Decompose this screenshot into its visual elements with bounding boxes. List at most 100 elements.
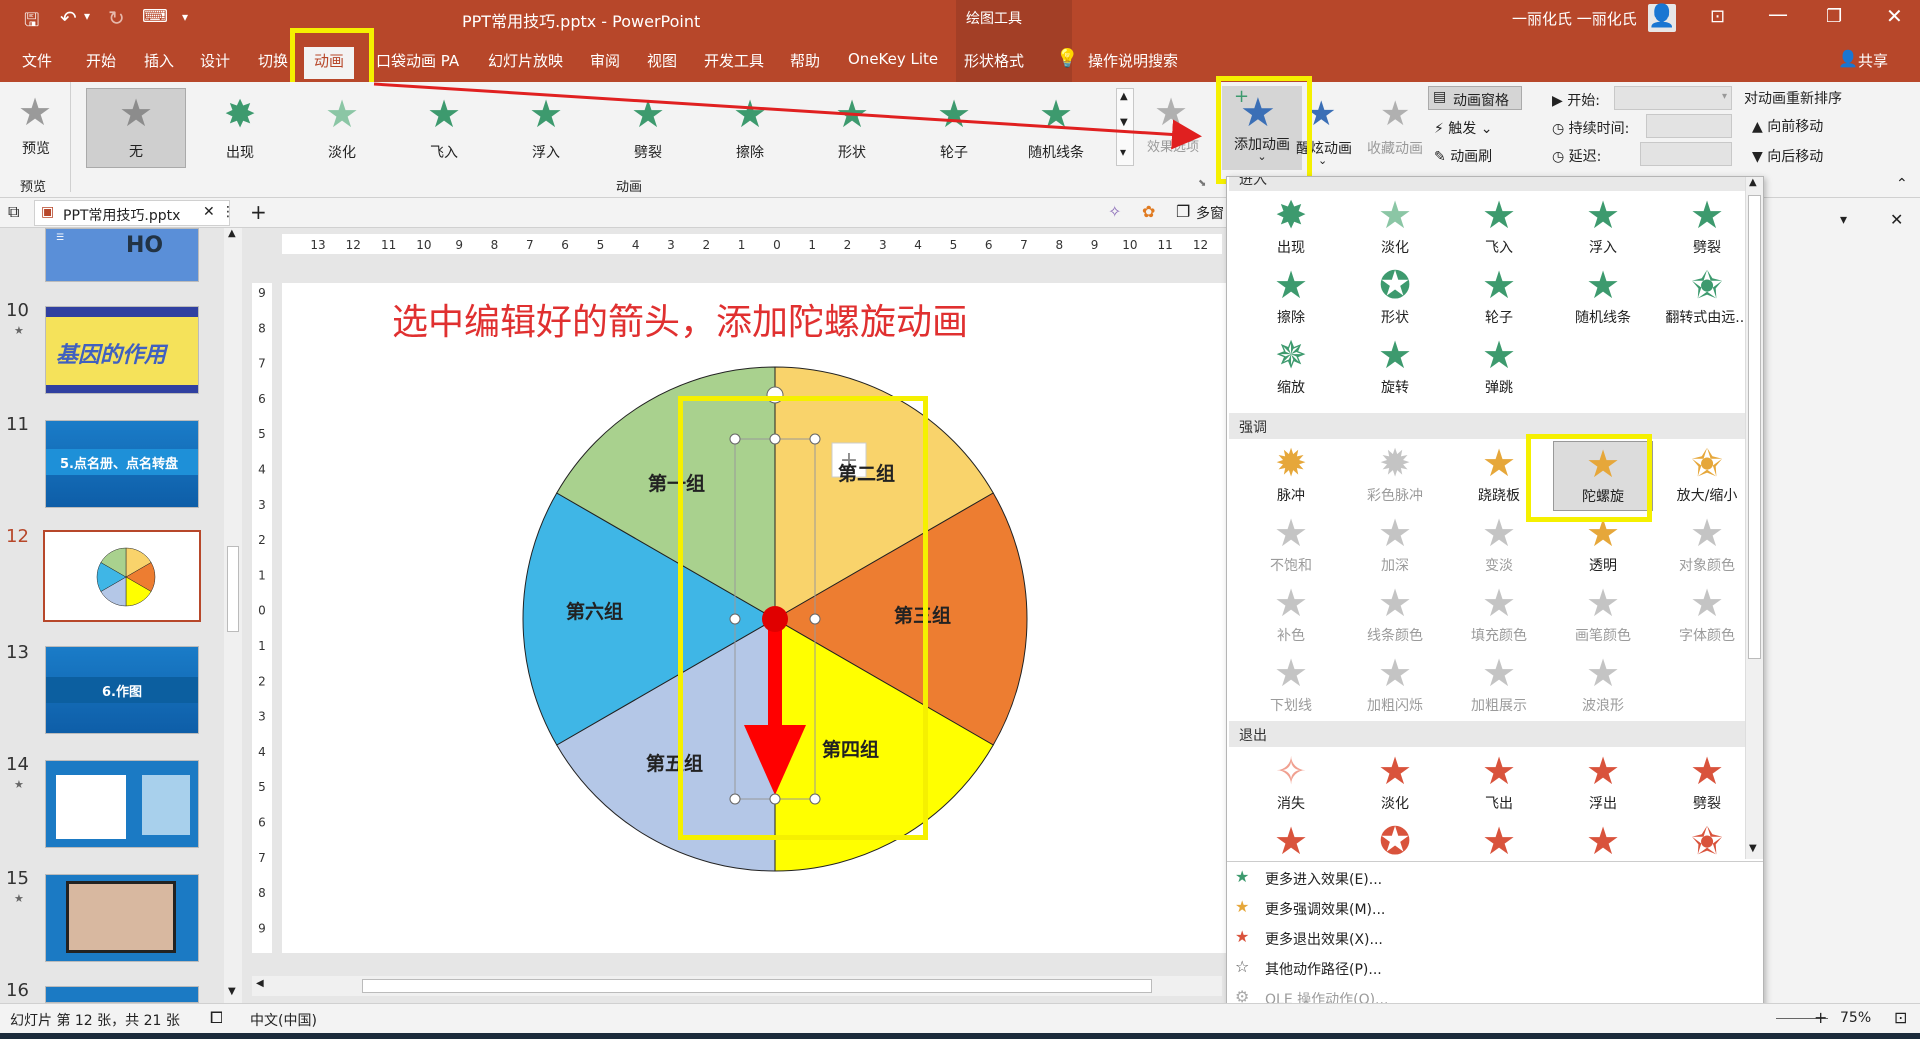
tab-view[interactable]: 视图 [647,50,677,71]
entrance-effect-11[interactable]: ✵ 缩放 [1241,333,1341,403]
entrance-effect-5[interactable]: ★ 劈裂 [1657,193,1745,263]
effect-options-button[interactable]: ★ 效果选项 [1140,88,1206,168]
trigger-button[interactable]: ⚡ 触发 ⌄ [1434,118,1492,138]
exit-effect-4[interactable]: ★ 浮出 [1553,749,1653,819]
close-icon[interactable]: ✕ [1886,4,1903,28]
minimize-icon[interactable]: — [1768,2,1788,26]
tab-transitions[interactable]: 切换 [258,50,288,71]
entrance-effect-9[interactable]: ★ 随机线条 [1553,263,1653,333]
exit-effect-1[interactable]: ✧ 消失 [1241,749,1341,819]
thumbnail-slide-14[interactable] [45,760,199,848]
gallery-shape[interactable]: ★ 形状 [802,90,902,166]
tab-slideshow[interactable]: 幻灯片放映 [488,50,563,71]
emphasis-effect-5[interactable]: ✬ 放大/缩小 [1657,441,1745,511]
dropdown-scroll-down-icon[interactable]: ▼ [1749,843,1757,854]
thumbnail-slide-16[interactable] [45,986,199,1003]
favorite-animation-button[interactable]: ★ 收藏动画 [1362,90,1428,170]
thumbs-scroll-down-icon[interactable]: ▼ [228,986,236,997]
more-exit-effects[interactable]: 更多退出效果(X)... [1265,929,1383,949]
add-animation-dropdown[interactable]: 进入 ✸ 出现 ★ 淡化 ★ 飞入 ★ 浮入 ★ 劈裂 ★ 擦除 ✪ 形状 ★ 轮子 ★ 随机线条 ✬ 翻转式由远..… [1226,176,1764,1026]
gallery-float-in[interactable]: ★ 浮入 [496,90,596,166]
tab-home[interactable]: 开始 [86,50,116,71]
zoom-in-icon[interactable]: + [1814,1008,1827,1027]
entrance-effect-12[interactable]: ★ 旋转 [1345,333,1445,403]
gear-icon[interactable]: ✿ [1142,202,1155,221]
more-motion-paths[interactable]: 其他动作路径(P)... [1265,959,1382,979]
animation-pane-button[interactable]: ▤ 动画窗格 [1428,86,1522,110]
gallery-fly-in[interactable]: ★ 飞入 [394,90,494,166]
preview-button[interactable]: ★ 预览 [10,88,62,172]
multi-window-icon[interactable]: ❐ [1176,202,1190,221]
dialog-launcher-icon[interactable]: ⬊ [1198,178,1206,189]
dropdown-scrollbar[interactable]: ▲ ▼ [1745,177,1763,859]
undo-icon[interactable]: ↶ [60,6,77,30]
undo-dropdown-icon[interactable]: ▾ [84,9,90,23]
thumbnail-pane[interactable]: ☰ HO 10 ★ 基因的作用 11 5.点名册、点名转盘 12 13 6.作图… [0,228,242,1003]
gallery-fade[interactable]: ★ 淡化 [292,90,392,166]
entrance-effect-4[interactable]: ★ 浮入 [1553,193,1653,263]
tab-onekey[interactable]: OneKey Lite [848,50,938,68]
entrance-effect-10[interactable]: ✬ 翻转式由远... [1657,263,1745,333]
exit-effect-2[interactable]: ★ 淡化 [1345,749,1445,819]
new-tab-icon[interactable]: + [250,200,267,224]
doc-tab-more-icon[interactable]: ⋮ [221,204,235,220]
entrance-effect-13[interactable]: ★ 弹跳 [1449,333,1549,403]
exit-effect-row2-4[interactable]: ★ [1553,819,1653,859]
dropdown-scroll-up-icon[interactable]: ▲ [1749,177,1757,188]
horizontal-scrollbar[interactable]: ◀ [252,976,1222,996]
spellcheck-icon[interactable]: ⧠ [210,1008,223,1028]
pane-options-icon[interactable]: ▾ [1840,212,1847,228]
exit-effect-row2-1[interactable]: ★ [1241,819,1341,859]
thumbnail-slide-11[interactable]: 5.点名册、点名转盘 [45,420,199,508]
ribbon-display-icon[interactable]: ⊡ [1710,6,1725,27]
thumbnail-slide-15[interactable] [45,874,199,962]
gallery-random-bars[interactable]: ★ 随机线条 [1006,90,1106,166]
exit-effect-row2-3[interactable]: ★ [1449,819,1549,859]
tool-icon-1[interactable]: ✧ [1108,202,1121,221]
zoom-level[interactable]: 75% [1840,1010,1871,1026]
animation-painter-button[interactable]: ✎ 动画刷 [1434,146,1492,166]
gallery-up-icon[interactable]: ▲ [1120,91,1128,102]
share-icon[interactable]: 👤 [1838,49,1858,68]
scroll-left-icon[interactable]: ◀ [256,978,264,989]
gallery-wipe[interactable]: ★ 擦除 [700,90,800,166]
doc-tab[interactable]: ▣ PPT常用技巧.pptx ✕ ⋮ [34,200,235,226]
emphasis-effect-1[interactable]: ✹ 脉冲 [1241,441,1341,511]
entrance-effect-8[interactable]: ★ 轮子 [1449,263,1549,333]
tab-help[interactable]: 帮助 [790,50,820,71]
exit-effect-row2-2[interactable]: ✪ [1345,819,1445,859]
exit-effect-row2-5[interactable]: ✬ [1657,819,1745,859]
user-name[interactable]: 一丽化氏 一丽化氏 [1512,8,1637,29]
exit-effect-3[interactable]: ★ 飞出 [1449,749,1549,819]
tell-me-search[interactable]: 操作说明搜索 [1088,50,1178,71]
move-later-button[interactable]: ▼ 向后移动 [1752,146,1823,166]
duration-input[interactable] [1646,114,1732,138]
tab-pocket-animation[interactable]: 口袋动画 PA [376,50,459,71]
exit-effect-5[interactable]: ★ 劈裂 [1657,749,1745,819]
share-button[interactable]: 共享 [1858,50,1888,71]
avatar[interactable]: 👤 [1648,4,1676,32]
thumbnail-scrollbar[interactable]: ▲ ▼ [224,228,242,1003]
entrance-effect-6[interactable]: ★ 擦除 [1241,263,1341,333]
gallery-down-icon[interactable]: ▼ [1120,117,1128,128]
tab-shape-format[interactable]: 形状格式 [964,50,1024,71]
start-select[interactable]: ▾ [1614,86,1732,110]
tab-design[interactable]: 设计 [200,50,230,71]
redo-icon[interactable]: ↻ [108,6,125,30]
entrance-effect-1[interactable]: ✸ 出现 [1241,193,1341,263]
gallery-more-icon[interactable]: ▾ [1120,145,1126,159]
thumbnail-slide-13[interactable]: 6.作图 [45,646,199,734]
gallery-scroll[interactable]: ▲ ▼ ▾ [1116,88,1134,166]
gallery-wheel[interactable]: ★ 轮子 [904,90,1004,166]
thumbnail-slide-10[interactable]: 基因的作用 [45,306,199,394]
dropdown-scroll-thumb[interactable] [1748,195,1761,659]
entrance-effect-3[interactable]: ★ 飞入 [1449,193,1549,263]
restore-icon[interactable]: ❐ [1826,6,1842,27]
tab-file[interactable]: 文件 [22,50,52,71]
tab-review[interactable]: 审阅 [590,50,620,71]
tab-developer[interactable]: 开发工具 [704,50,764,71]
collapse-ribbon-icon[interactable]: ⌃ [1896,176,1908,192]
thumbnail-slide-12-selected[interactable] [43,530,201,622]
gallery-split[interactable]: ★ 劈裂 [598,90,698,166]
thumbs-scroll-thumb[interactable] [227,546,239,632]
